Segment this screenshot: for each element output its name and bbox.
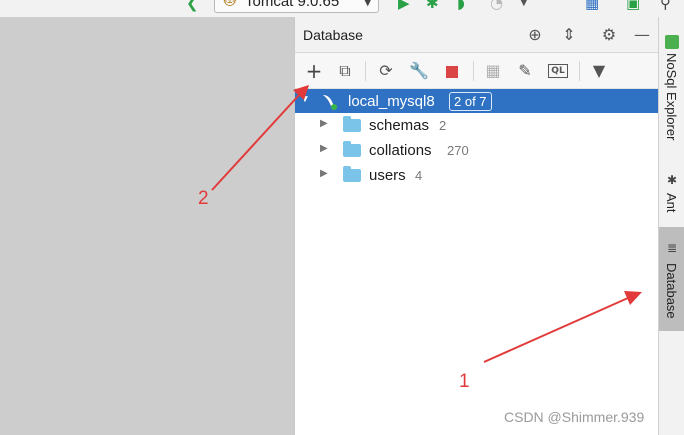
run-config-label: Tomcat 9.0.65 (245, 0, 340, 10)
copy-icon[interactable]: ⧉ (334, 60, 356, 82)
toolbar-divider (473, 61, 474, 81)
folder-icon (343, 166, 361, 182)
ant-icon: ✱ (666, 173, 678, 187)
tree-node-users[interactable]: ▶ users 4 (295, 163, 659, 188)
node-label: schemas (369, 117, 430, 134)
nosql-icon (665, 35, 679, 49)
tree-node-schemas[interactable]: ▶ schemas 2 (295, 113, 659, 138)
schema-count-badge: 2 of 7 (449, 92, 492, 111)
editor-area (0, 17, 294, 435)
node-count: 4 (415, 168, 423, 183)
tree-node-collations[interactable]: ▶ collations 270 (295, 138, 659, 163)
gear-icon[interactable]: ⚙ (597, 23, 621, 47)
stop-icon[interactable] (441, 60, 463, 82)
database-toolbar: + ⧉ ⟳ 🔧 ▦ ✎ QL ▼ (295, 53, 659, 89)
folder-icon (343, 116, 361, 132)
node-count: 270 (447, 143, 469, 158)
top-toolbar: ❮ 🐱 Tomcat 9.0.65 ▼ ▶ ✱ ◗ ◔ ▼ ▦ ▣ ⚲ (0, 0, 684, 17)
annotation-label-1: 1 (459, 371, 470, 392)
collapse-icon[interactable]: ⇕ (557, 23, 581, 47)
tomcat-icon: 🐱 (223, 0, 237, 9)
refresh-icon[interactable]: ⟳ (375, 60, 397, 82)
folder-icon (343, 141, 361, 157)
profile-icon[interactable]: ◔ (490, 0, 503, 12)
crosshair-icon[interactable]: ⊕ (523, 23, 547, 47)
tab-label: NoSql Explorer (664, 53, 679, 141)
filter-icon[interactable]: ▼ (588, 60, 610, 82)
build-icon[interactable]: ▦ (585, 0, 599, 12)
expand-arrow-icon[interactable]: ▶ (320, 118, 328, 129)
datasource-name: local_mysql8 (348, 93, 435, 110)
run-config-dropdown[interactable]: 🐱 Tomcat 9.0.65 ▼ (214, 0, 379, 13)
debug-icon[interactable]: ✱ (426, 0, 439, 12)
database-tool-window: Database ⊕ ⇕ ⚙ — + ⧉ ⟳ 🔧 ▦ ✎ QL ▼ ▼ loca… (294, 17, 659, 435)
tree-node-datasource[interactable]: ▼ local_mysql8 2 of 7 (295, 89, 659, 113)
run-window-icon[interactable]: ▣ (626, 0, 640, 12)
right-tool-sidebar: NoSql Explorer ✱ Ant ≣ Database (658, 17, 684, 435)
table-icon[interactable]: ▦ (482, 60, 504, 82)
panel-header: Database ⊕ ⇕ ⚙ — (295, 17, 659, 53)
panel-title: Database (303, 27, 363, 43)
node-label: users (369, 167, 406, 184)
tab-label: Database (664, 263, 679, 319)
database-icon: ≣ (666, 241, 678, 255)
tab-ant[interactable]: ✱ Ant (659, 169, 684, 221)
expand-arrow-icon[interactable]: ▼ (300, 94, 310, 105)
database-tree: ▼ local_mysql8 2 of 7 ▶ schemas 2 ▶ coll… (295, 89, 659, 188)
console-icon[interactable]: QL (547, 60, 569, 82)
toolbar-divider (365, 61, 366, 81)
tab-nosql-explorer[interactable]: NoSql Explorer (659, 29, 684, 159)
toolbar-divider (579, 61, 580, 81)
watermark: CSDN @Shimmer.939 (504, 409, 645, 425)
tab-database[interactable]: ≣ Database (659, 227, 684, 331)
coverage-icon[interactable]: ◗ (457, 0, 465, 12)
node-label: collations (369, 142, 432, 159)
properties-icon[interactable]: 🔧 (408, 60, 430, 82)
tab-label: Ant (664, 193, 679, 213)
search-icon[interactable]: ⚲ (660, 0, 671, 12)
minimize-icon[interactable]: — (630, 23, 654, 47)
mysql-icon (323, 95, 337, 110)
node-count: 2 (439, 118, 447, 133)
annotation-label-2: 2 (198, 188, 209, 209)
expand-arrow-icon[interactable]: ▶ (320, 143, 328, 154)
chevron-down-icon: ▼ (363, 0, 372, 8)
run-icon[interactable]: ▶ (398, 0, 410, 12)
back-icon[interactable]: ❮ (186, 0, 199, 12)
expand-arrow-icon[interactable]: ▶ (320, 168, 328, 179)
chevron-down-icon[interactable]: ▼ (520, 0, 528, 12)
add-icon[interactable]: + (303, 60, 325, 82)
edit-icon[interactable]: ✎ (514, 60, 536, 82)
